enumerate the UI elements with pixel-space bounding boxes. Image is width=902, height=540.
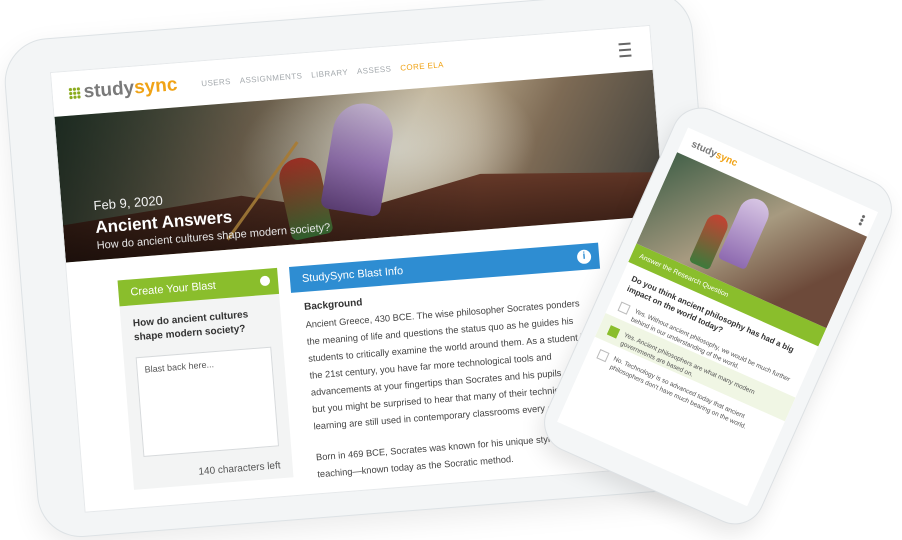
create-blast-title: Create Your Blast (130, 279, 217, 299)
info-icon[interactable]: i (576, 249, 592, 265)
checkbox-icon (617, 301, 631, 315)
blast-input[interactable]: Blast back here... (135, 346, 280, 457)
nav-assess[interactable]: ASSESS (357, 64, 392, 76)
logo-text-study: study (82, 77, 135, 103)
nav-core-ela[interactable]: CORE ELA (400, 60, 444, 72)
nav-library[interactable]: LIBRARY (311, 67, 348, 79)
lightbulb-icon[interactable] (259, 275, 271, 287)
main-nav: USERS ASSIGNMENTS LIBRARY ASSESS CORE EL… (201, 59, 453, 88)
blast-info-title: StudySync Blast Info (301, 265, 404, 285)
checkbox-icon (596, 349, 610, 363)
logo-dots-icon (68, 86, 82, 100)
checkbox-checked-icon (606, 325, 621, 339)
nav-assignments[interactable]: ASSIGNMENTS (239, 71, 302, 85)
phone-hero-dancer (717, 193, 774, 271)
studysync-logo[interactable]: study sync (68, 74, 178, 104)
create-blast-panel: Create Your Blast How do ancient culture… (117, 267, 294, 490)
logo-text-sync: sync (133, 74, 179, 99)
hamburger-menu-icon[interactable] (618, 42, 632, 58)
nav-users[interactable]: USERS (201, 76, 231, 87)
phone-logo-sync: sync (713, 149, 740, 170)
